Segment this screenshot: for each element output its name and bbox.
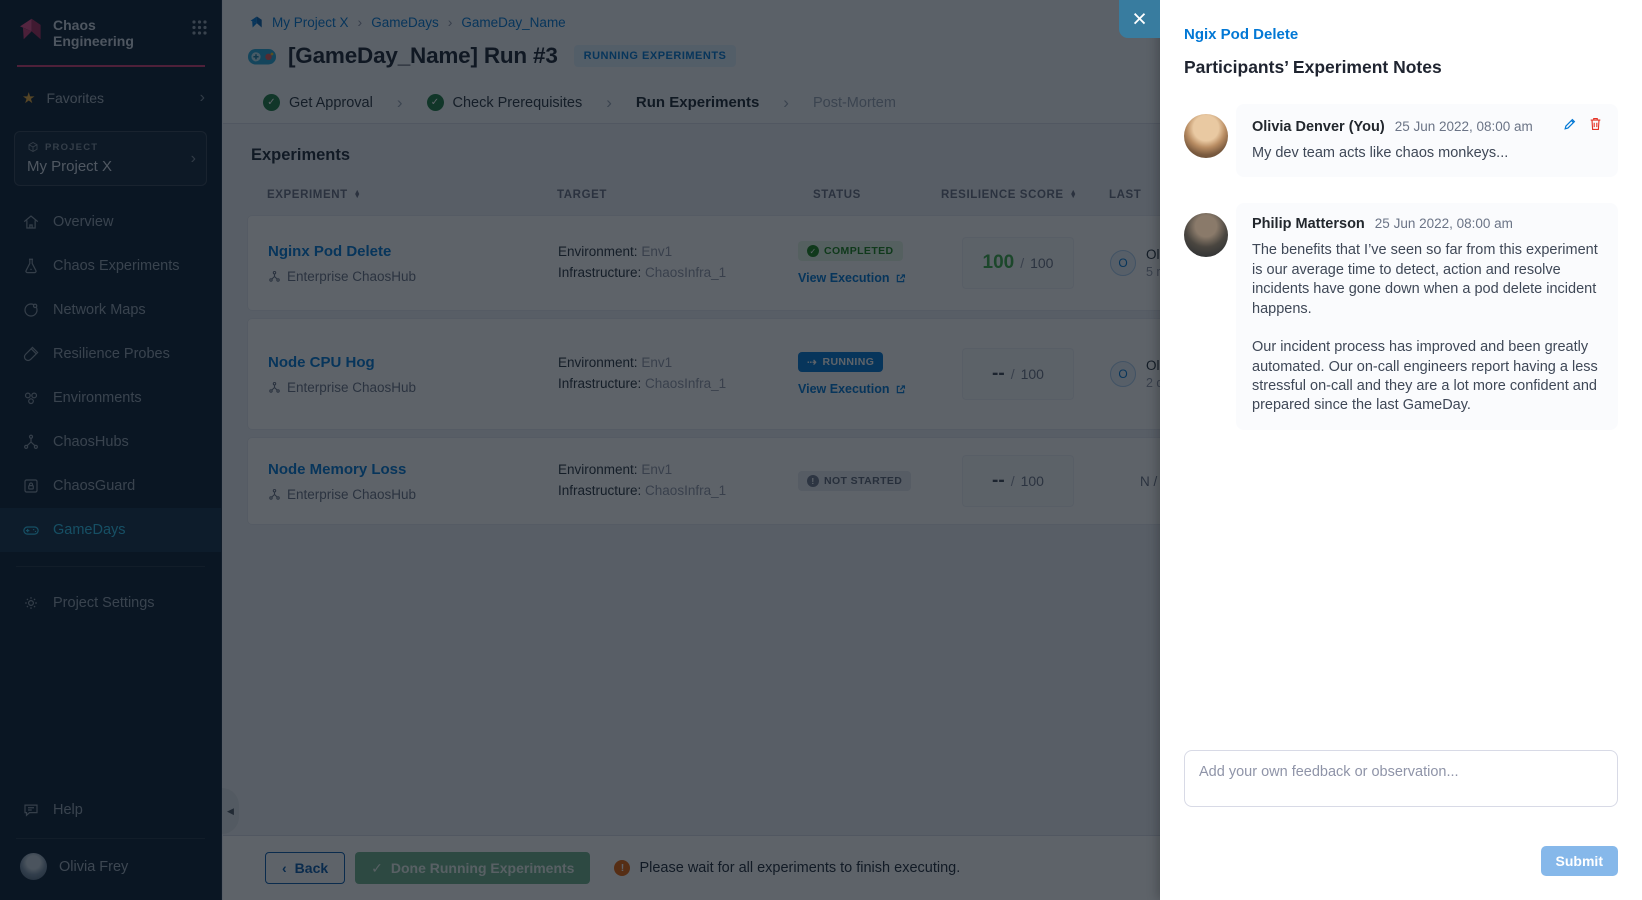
- edit-comment-icon[interactable]: [1563, 117, 1577, 131]
- comment-body: My dev team acts like chaos monkeys...: [1252, 144, 1602, 163]
- feedback-input[interactable]: [1184, 750, 1618, 807]
- close-icon: ×: [1132, 7, 1147, 32]
- delete-comment-icon[interactable]: [1589, 117, 1602, 131]
- experiment-notes-panel: × Ngix Pod Delete Participants’ Experime…: [1160, 0, 1642, 900]
- comment-item: Philip Matterson 25 Jun 2022, 08:00 am T…: [1184, 203, 1618, 429]
- commenter-avatar: [1184, 114, 1228, 158]
- comment-body: The benefits that I’ve seen so far from …: [1252, 241, 1602, 415]
- comment-author: Philip Matterson: [1252, 216, 1365, 232]
- app-root: Chaos Engineering ★ Favorites › PROJECT …: [0, 0, 1642, 900]
- commenter-avatar: [1184, 213, 1228, 257]
- experiment-name-link[interactable]: Ngix Pod Delete: [1184, 26, 1618, 43]
- submit-button[interactable]: Submit: [1541, 846, 1618, 876]
- comment-item: Olivia Denver (You) 25 Jun 2022, 08:00 a…: [1184, 104, 1618, 177]
- feedback-composer: [1184, 750, 1618, 812]
- comment-timestamp: 25 Jun 2022, 08:00 am: [1395, 119, 1533, 134]
- close-panel-button[interactable]: ×: [1119, 0, 1160, 38]
- panel-heading: Participants’ Experiment Notes: [1184, 57, 1618, 78]
- comment-author: Olivia Denver (You): [1252, 119, 1385, 135]
- comment-timestamp: 25 Jun 2022, 08:00 am: [1375, 216, 1513, 231]
